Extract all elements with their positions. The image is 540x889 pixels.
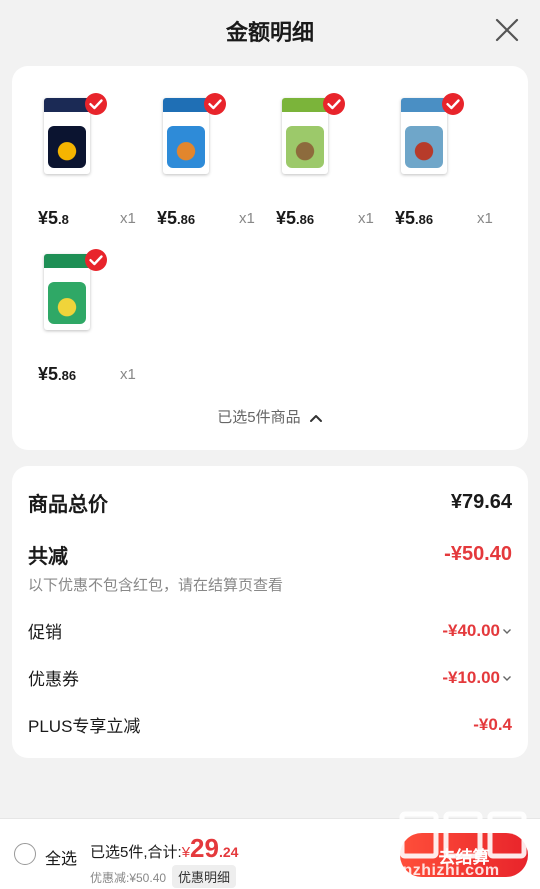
reduction-value: -¥50.40 (444, 543, 512, 565)
checked-icon[interactable] (84, 92, 108, 116)
coupon-row[interactable]: 优惠券 -¥10.00 (28, 665, 512, 690)
select-all-radio[interactable] (14, 843, 36, 865)
total-currency: ¥ (181, 844, 191, 861)
product-item[interactable]: ¥5.86 x1 (141, 76, 259, 246)
product-item[interactable]: ¥5.86 x1 (22, 232, 140, 402)
plus-label: PLUS专享立减 (28, 717, 141, 736)
promo-value-group: -¥40.00 (442, 621, 512, 641)
product-price: ¥5.86 (276, 208, 315, 228)
close-icon[interactable] (494, 17, 520, 43)
goods-total-row: 商品总价 ¥79.64 (28, 488, 512, 517)
checked-icon[interactable] (322, 92, 346, 116)
product-qty: x1 (239, 210, 255, 227)
discount-summary: 优惠减:¥50.40 优惠明细 (90, 865, 237, 888)
product-price: ¥5.8 (38, 208, 69, 228)
product-price: ¥5.86 (38, 364, 77, 384)
coupon-value-group: -¥10.00 (442, 668, 512, 688)
plus-value: -¥0.4 (473, 714, 512, 734)
product-price: ¥5.86 (395, 208, 434, 228)
goods-total-value: ¥79.64 (450, 491, 512, 513)
checkout-button[interactable]: 去结算 (400, 833, 528, 877)
plus-row: PLUS专享立减 -¥0.4 (28, 712, 512, 737)
total-summary: 已选5件,合计:¥29.24 (90, 833, 238, 864)
product-item[interactable]: ¥5.86 x1 (260, 76, 378, 246)
product-qty: x1 (358, 210, 374, 227)
promo-row[interactable]: 促销 -¥40.00 (28, 618, 512, 643)
checkout-bar: 全选 已选5件,合计:¥29.24 优惠减:¥50.40 优惠明细 去结算 (0, 818, 540, 889)
select-all-label[interactable]: 全选 (45, 845, 77, 869)
sheet-title: 金额明细 (225, 20, 314, 45)
product-item[interactable]: ¥5.8 x1 (22, 76, 140, 246)
selected-items-label: 已选5件商品 (217, 409, 301, 426)
discount-amount: 优惠减:¥50.40 (90, 871, 167, 885)
product-qty: x1 (120, 366, 136, 383)
amount-detail-sheet: 金额明细 ¥5.8 x1 ¥5.86 x1 ¥5.86 x1 ¥5.86 x1 … (0, 0, 540, 818)
checked-icon[interactable] (203, 92, 227, 116)
total-amount-int: 29 (190, 833, 219, 863)
total-amount-dec: .24 (218, 844, 239, 860)
product-list-card: ¥5.8 x1 ¥5.86 x1 ¥5.86 x1 ¥5.86 x1 ¥5.86… (12, 66, 528, 450)
sheet-header: 金额明细 (0, 0, 540, 62)
product-item[interactable]: ¥5.86 x1 (379, 76, 497, 246)
product-qty: x1 (120, 210, 136, 227)
coupon-value: -¥10.00 (442, 667, 500, 687)
chevron-down-icon (503, 675, 511, 681)
coupon-label: 优惠券 (28, 670, 79, 689)
discount-note: 以下优惠不包含红包，请在结算页查看 (28, 577, 284, 594)
promo-value: -¥40.00 (442, 620, 500, 640)
reduction-row: 共减 -¥50.40 (28, 540, 512, 569)
promo-label: 促销 (28, 623, 62, 642)
selected-items-toggle[interactable]: 已选5件商品 (12, 406, 528, 427)
chevron-up-icon (309, 415, 322, 423)
goods-total-label: 商品总价 (28, 494, 108, 516)
chevron-down-icon (503, 628, 511, 634)
discount-detail-button[interactable]: 优惠明细 (172, 865, 237, 888)
checked-icon[interactable] (84, 248, 108, 272)
product-qty: x1 (477, 210, 493, 227)
total-summary-prefix: 已选5件,合计: (90, 844, 182, 861)
product-price: ¥5.86 (157, 208, 196, 228)
price-breakdown-card: 商品总价 ¥79.64 共减 -¥50.40 以下优惠不包含红包，请在结算页查看… (12, 466, 528, 758)
reduction-label: 共减 (28, 546, 68, 568)
checked-icon[interactable] (441, 92, 465, 116)
